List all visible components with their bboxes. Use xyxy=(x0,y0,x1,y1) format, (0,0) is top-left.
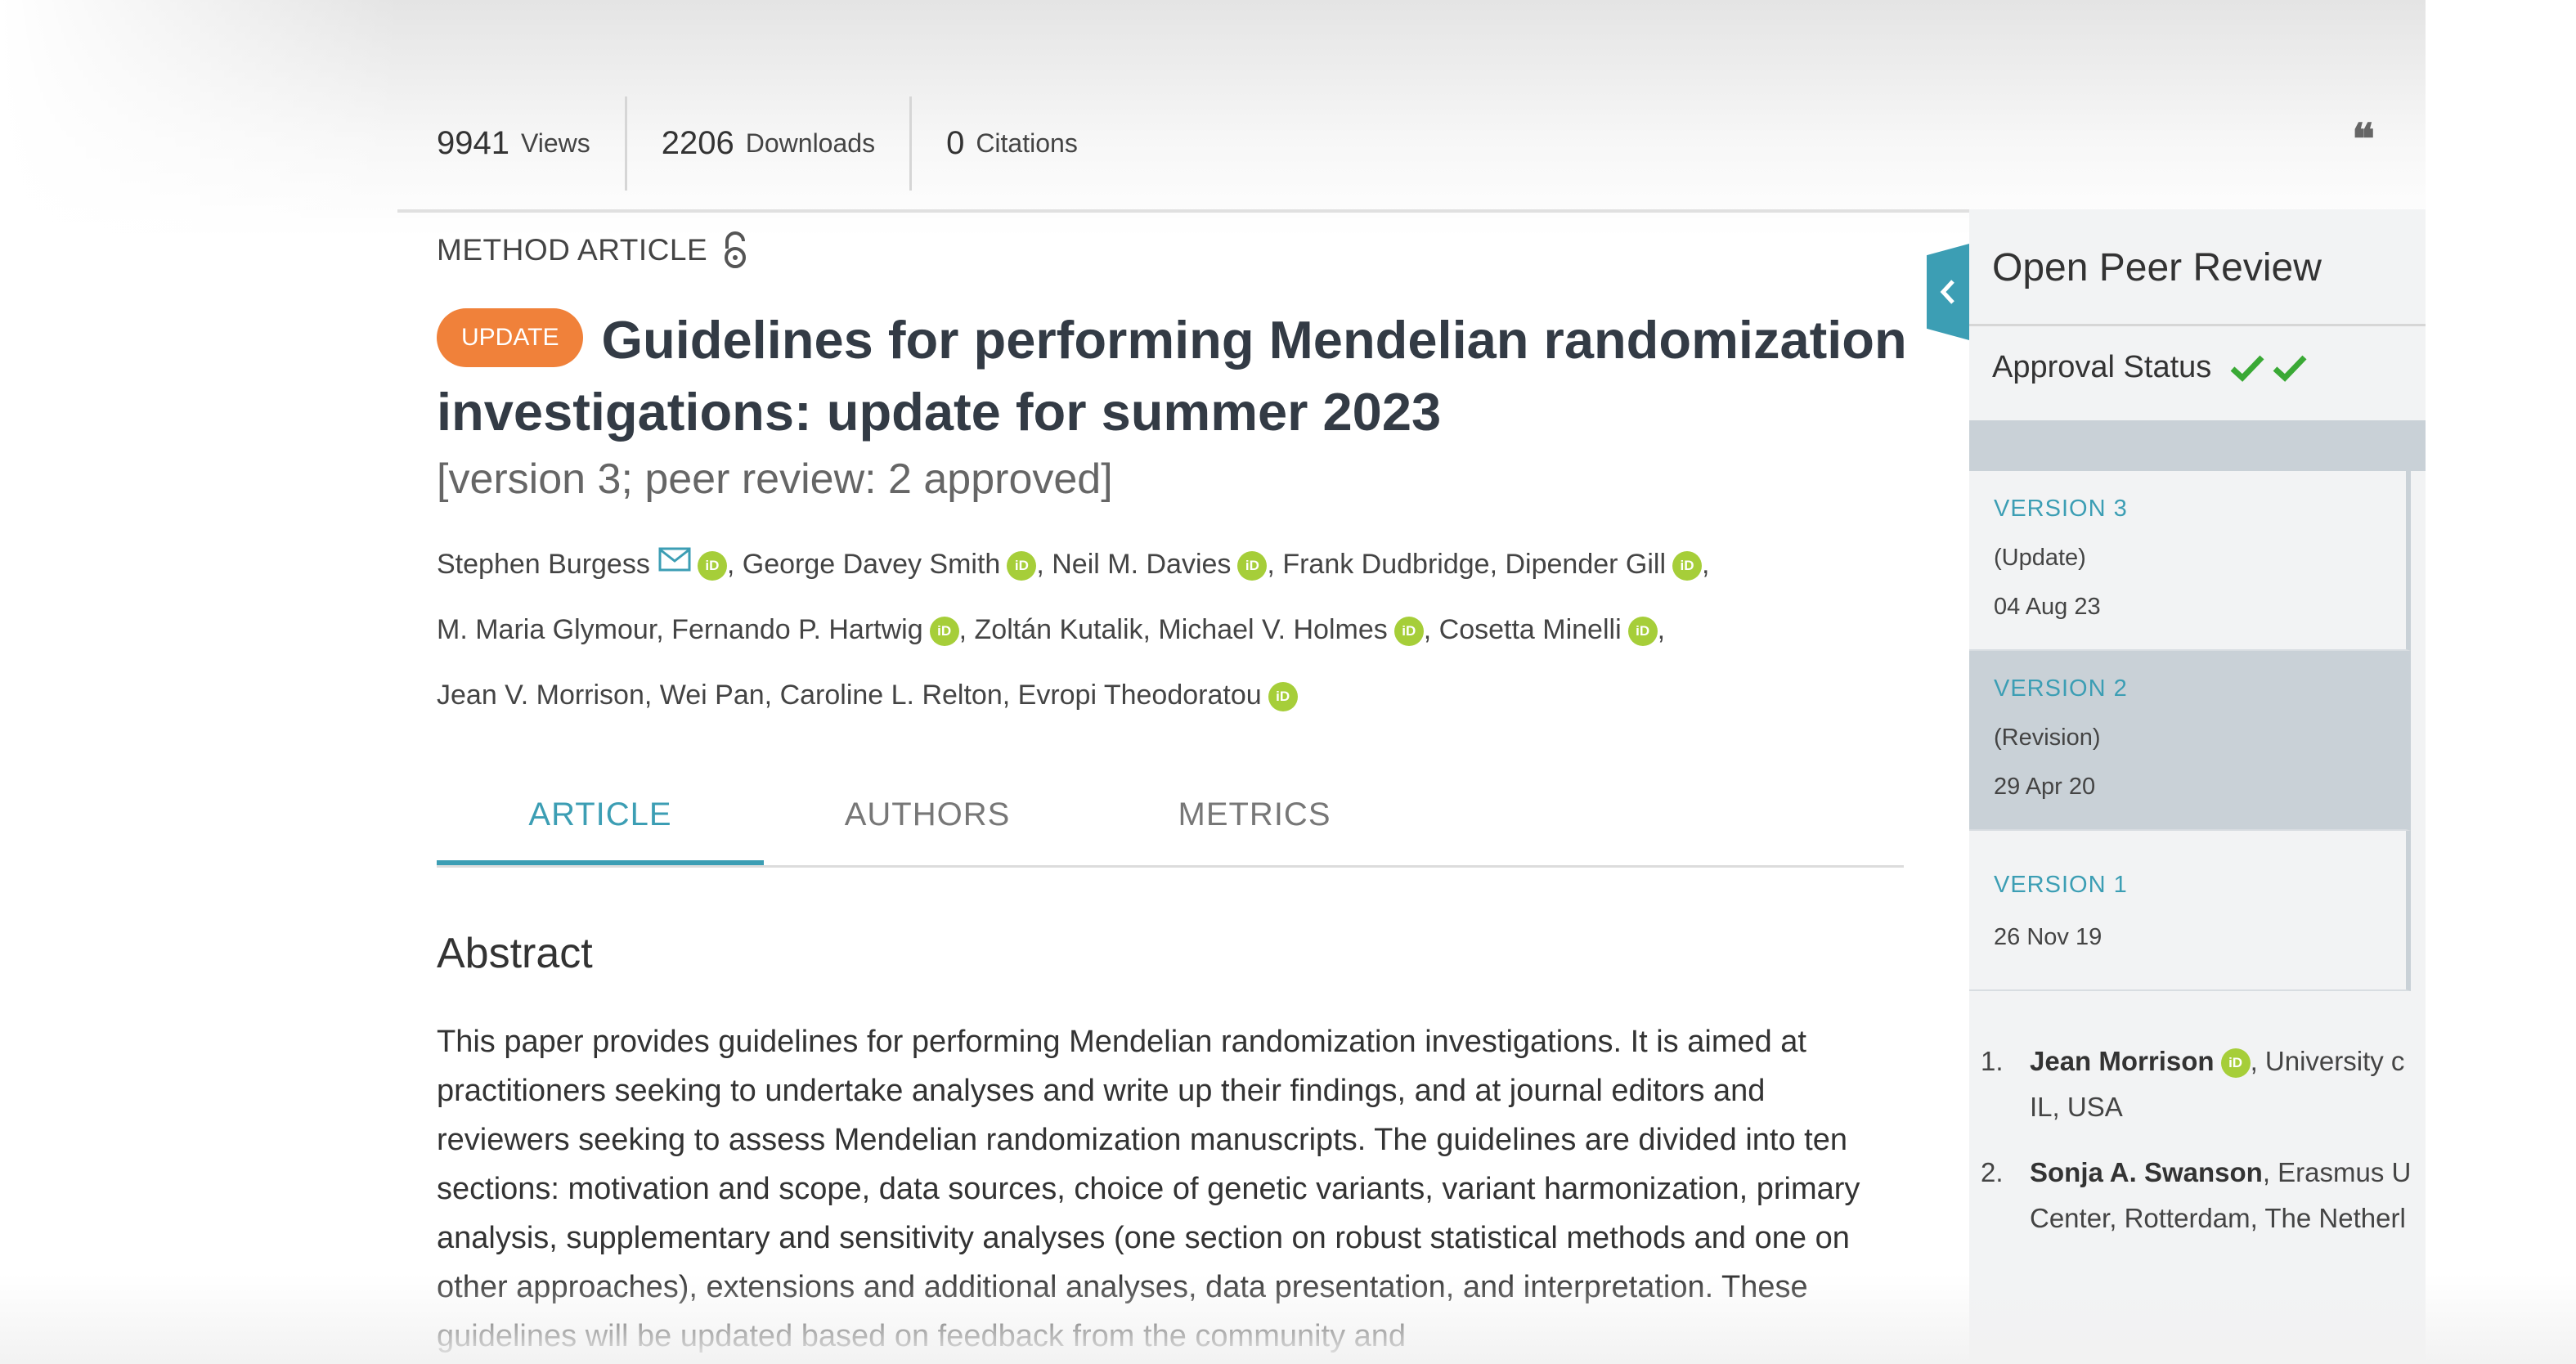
author-name[interactable]: Evropi Theodoratou xyxy=(1018,680,1262,711)
orcid-icon[interactable]: iD xyxy=(1672,551,1703,581)
downloads-label: Downloads xyxy=(745,128,876,158)
open-access-icon xyxy=(725,231,747,268)
version-3-item[interactable]: VERSION 3 (Update) 04 Aug 23 xyxy=(1969,471,2411,651)
author-name[interactable]: M. Maria Glymour xyxy=(437,614,656,645)
approval-status: Approval Status xyxy=(1992,350,2308,385)
bottom-fade xyxy=(0,1274,2576,1364)
author-name[interactable]: Caroline L. Relton xyxy=(780,680,1003,711)
reviewer-index: 2. xyxy=(1981,1157,2004,1187)
left-margin xyxy=(0,0,401,1364)
views-count: 9941 xyxy=(437,125,509,161)
panel-collapse-button[interactable] xyxy=(1927,244,1969,340)
tab-metrics[interactable]: METRICS xyxy=(1091,775,1418,865)
orcid-icon[interactable]: iD xyxy=(1627,617,1658,646)
version-2-item[interactable]: VERSION 2 (Revision) 29 Apr 20 xyxy=(1969,651,2411,831)
right-margin xyxy=(2426,0,2576,1364)
orcid-icon[interactable]: iD xyxy=(1268,682,1298,711)
reviewer-item[interactable]: 2. Sonja A. Swanson, Erasmus U Center, Ro… xyxy=(1981,1150,2426,1241)
version-kind: (Revision) xyxy=(1994,725,2101,751)
author-name[interactable]: Stephen Burgess xyxy=(437,549,650,580)
tab-article[interactable]: ARTICLE xyxy=(437,775,764,865)
author-name[interactable]: Zoltán Kutalik xyxy=(975,614,1143,645)
author-name[interactable]: Wei Pan xyxy=(660,680,765,711)
reviewer-affiliation: , University c xyxy=(2250,1046,2405,1076)
version-date: 29 Apr 20 xyxy=(1994,774,2096,800)
panel-divider xyxy=(1969,324,2426,326)
reviewer-affiliation-cont: Center, Rotterdam, The Netherl xyxy=(2030,1203,2406,1233)
version-label: VERSION 3 xyxy=(1994,496,2128,522)
views-label: Views xyxy=(520,128,590,158)
peer-review-title: Open Peer Review xyxy=(1992,246,2322,289)
author-list: Stephen Burgess iD, George Davey Smith iD,… xyxy=(437,547,1710,711)
tab-authors[interactable]: AUTHORS xyxy=(764,775,1091,865)
author-name[interactable]: Michael V. Holmes xyxy=(1158,614,1387,645)
reviewer-name[interactable]: Sonja A. Swanson xyxy=(2030,1157,2263,1187)
orcid-icon[interactable]: iD xyxy=(929,617,959,646)
citations-count: 0 xyxy=(946,125,965,161)
page-title: Guidelines for performing Mendelian rand… xyxy=(437,310,1907,442)
downloads-count: 2206 xyxy=(661,125,734,161)
reviewer-name[interactable]: Jean Morrison xyxy=(2030,1046,2215,1076)
orcid-icon[interactable]: iD xyxy=(1237,551,1268,581)
author-name[interactable]: Neil M. Davies xyxy=(1052,549,1231,580)
quote-icon[interactable]: ❝ xyxy=(2352,114,2375,164)
version-1-item[interactable]: VERSION 1 26 Nov 19 xyxy=(1969,831,2411,991)
mail-icon[interactable] xyxy=(658,547,691,572)
approval-label: Approval Status xyxy=(1992,350,2212,384)
article-tabs: ARTICLE AUTHORS METRICS xyxy=(437,775,1904,868)
reviewer-item[interactable]: 1. Jean Morrison iD, University c IL, USA xyxy=(1981,1039,2426,1130)
approved-check-icon xyxy=(2273,355,2307,382)
version-label: VERSION 2 xyxy=(1994,675,2128,702)
version-date: 26 Nov 19 xyxy=(1994,924,2103,950)
author-name[interactable]: Frank Dudbridge xyxy=(1282,549,1489,580)
metrics-bar: 9941 Views 2206 Downloads 0 Citations xyxy=(437,96,1112,191)
citations-label: Citations xyxy=(976,128,1078,158)
update-badge: UPDATE xyxy=(437,307,584,367)
article-type-label: METHOD ARTICLE xyxy=(437,233,708,267)
orcid-icon[interactable]: iD xyxy=(1007,551,1037,581)
author-name[interactable]: George Davey Smith xyxy=(743,549,1001,580)
author-name[interactable]: Dipender Gill xyxy=(1505,549,1666,580)
reviewer-affiliation-cont: IL, USA xyxy=(2030,1092,2123,1122)
citations-metric[interactable]: 0 Citations xyxy=(909,96,1112,191)
orcid-icon[interactable]: iD xyxy=(1393,617,1424,646)
article-title-block: UPDATE Guidelines for performing Mendelia… xyxy=(437,304,1925,448)
version-label: VERSION 1 xyxy=(1994,872,2128,898)
author-name[interactable]: Jean V. Morrison xyxy=(437,680,644,711)
abstract-heading: Abstract xyxy=(437,930,593,977)
version-kind: (Update) xyxy=(1994,545,2086,571)
chevron-left-icon xyxy=(1940,280,1954,304)
author-name[interactable]: Fernando P. Hartwig xyxy=(671,614,922,645)
reviewer-affiliation: , Erasmus U xyxy=(2262,1157,2412,1187)
reviewer-header-bar xyxy=(1969,420,2426,471)
views-metric: 9941 Views xyxy=(437,96,625,191)
approved-check-icon xyxy=(2230,355,2264,382)
orcid-icon[interactable]: iD xyxy=(697,551,727,581)
orcid-icon[interactable]: iD xyxy=(2220,1048,2251,1078)
author-name[interactable]: Cosetta Minelli xyxy=(1439,614,1622,645)
article-type: METHOD ARTICLE xyxy=(437,231,752,270)
downloads-metric: 2206 Downloads xyxy=(624,96,909,191)
version-note: [version 3; peer review: 2 approved] xyxy=(437,455,1113,503)
version-date: 04 Aug 23 xyxy=(1994,594,2101,620)
reviewer-index: 1. xyxy=(1981,1046,2004,1076)
